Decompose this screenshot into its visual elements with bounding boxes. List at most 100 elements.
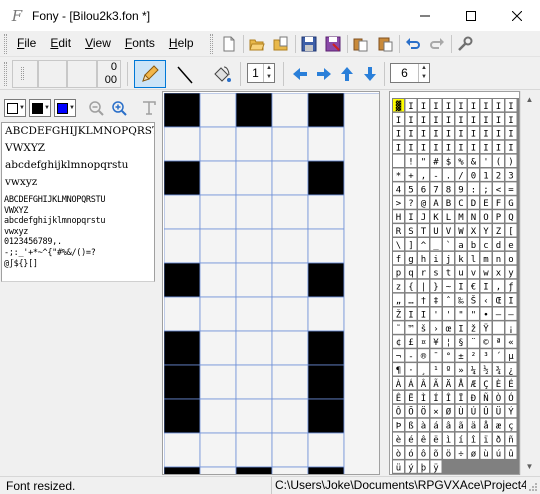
paste-button[interactable]: [374, 33, 396, 55]
glyph-pixel[interactable]: [271, 466, 309, 475]
pen-width-value[interactable]: 1: [248, 64, 263, 82]
glyph-pixel[interactable]: [199, 262, 237, 298]
scale-spinner[interactable]: 6 ▲ ▼: [390, 63, 430, 83]
glyph-pixel[interactable]: [199, 432, 237, 468]
glyph-pixel[interactable]: [307, 398, 345, 434]
glyph-pixel[interactable]: [235, 126, 273, 162]
shift-left-button[interactable]: [289, 63, 311, 85]
glyph-pixel[interactable]: [235, 93, 273, 128]
glyph-pixel[interactable]: [307, 432, 345, 468]
small-text-preview[interactable]: ABCDEFGHIJKLMNOPQRSTU VWXYZ abcdefghijkl…: [1, 195, 155, 269]
glyph-pixel[interactable]: [271, 228, 309, 264]
glyph-pixel[interactable]: [199, 93, 237, 128]
glyph-pixel[interactable]: [199, 330, 237, 366]
menu-file[interactable]: File: [10, 36, 43, 50]
glyph-pixel[interactable]: [164, 364, 201, 400]
glyph-pixel-grid[interactable]: [164, 93, 380, 475]
open-button[interactable]: [246, 33, 268, 55]
toolbar-grip[interactable]: [210, 34, 213, 54]
menu-fonts[interactable]: Fonts: [118, 36, 162, 50]
menu-edit[interactable]: Edit: [43, 36, 78, 50]
glyph-pixel[interactable]: [307, 126, 345, 162]
glyph-pixel[interactable]: [235, 194, 273, 230]
redo-button[interactable]: [426, 33, 448, 55]
menubar-grip[interactable]: [4, 34, 7, 54]
glyph-pixel[interactable]: [235, 160, 273, 196]
glyph-pixel[interactable]: [271, 296, 309, 332]
glyph-pixel[interactable]: [199, 364, 237, 400]
glyph-pixel[interactable]: [271, 160, 309, 196]
fill-tool-button[interactable]: [208, 62, 234, 88]
background-color-picker[interactable]: ▼: [4, 99, 26, 117]
glyph-pixel[interactable]: [271, 194, 309, 230]
charmap-cell[interactable]: [393, 154, 404, 167]
spin-up-icon[interactable]: ▲: [264, 64, 274, 73]
glyph-pixel[interactable]: [164, 93, 201, 128]
glyph-pixel[interactable]: [199, 296, 237, 332]
save-as-button[interactable]: [322, 33, 344, 55]
scale-value[interactable]: 6: [391, 64, 418, 82]
glyph-pixel[interactable]: [199, 228, 237, 264]
glyph-pixel[interactable]: [271, 126, 309, 162]
scroll-down-icon[interactable]: ▼: [521, 458, 538, 475]
close-button[interactable]: [494, 0, 540, 31]
character-grid[interactable]: ▓ I I I I I I I I II I I I I I I I I II I I I I I I I I II I I I I I I I I I…: [392, 98, 519, 474]
save-button[interactable]: [298, 33, 320, 55]
pen-width-spinner[interactable]: 1 ▲ ▼: [247, 63, 275, 83]
character-map[interactable]: ▓ I I I I I I I I I I I I I I I I I I I I I I I I I I I I I I I I I I I I I I I…: [389, 91, 520, 475]
glyph-pixel[interactable]: [199, 126, 237, 162]
glyph-pixel[interactable]: [199, 398, 237, 434]
glyph-pixel[interactable]: [164, 432, 201, 468]
charmap-cell[interactable]: [493, 321, 504, 334]
glyph-pixel[interactable]: [235, 330, 273, 366]
menu-view[interactable]: View: [78, 36, 118, 50]
glyph-pixel[interactable]: [235, 398, 273, 434]
glyph-pixel[interactable]: [307, 466, 345, 475]
scroll-up-icon[interactable]: ▲: [521, 91, 538, 108]
scale-up-icon[interactable]: ▲: [419, 64, 429, 73]
foreground-color-picker[interactable]: ▼: [29, 99, 51, 117]
minimize-button[interactable]: [402, 0, 448, 31]
glyph-pixel[interactable]: [235, 228, 273, 264]
glyph-pixel[interactable]: [164, 398, 201, 434]
import-button[interactable]: [270, 33, 292, 55]
pencil-tool-button[interactable]: [134, 60, 166, 88]
shift-right-button[interactable]: [313, 63, 335, 85]
scale-down-icon[interactable]: ▼: [419, 73, 429, 82]
zoom-in-button[interactable]: [109, 99, 129, 117]
glyph-pixel[interactable]: [235, 466, 273, 475]
copy-button[interactable]: [350, 33, 372, 55]
glyph-pixel[interactable]: [164, 296, 201, 332]
glyph-pixel[interactable]: [235, 296, 273, 332]
settings-button[interactable]: [454, 33, 476, 55]
glyph-pixel[interactable]: [271, 93, 309, 128]
glyph-pixel[interactable]: [164, 262, 201, 298]
line-tool-button[interactable]: [172, 62, 198, 88]
glyph-pixel[interactable]: [271, 262, 309, 298]
glyph-pixel[interactable]: [164, 228, 201, 264]
glyph-pixel[interactable]: [307, 160, 345, 196]
menu-help[interactable]: Help: [162, 36, 201, 50]
glyph-pixel[interactable]: [164, 126, 201, 162]
glyph-pixel[interactable]: [307, 194, 345, 230]
glyph-pixel[interactable]: [164, 330, 201, 366]
glyph-pixel[interactable]: [164, 194, 201, 230]
glyph-pixel[interactable]: [235, 262, 273, 298]
shift-down-button[interactable]: [359, 63, 381, 85]
glyph-pixel[interactable]: [164, 466, 201, 475]
glyph-pixel[interactable]: [199, 194, 237, 230]
glyph-editor[interactable]: [162, 91, 380, 475]
undo-button[interactable]: [402, 33, 424, 55]
glyph-pixel[interactable]: [307, 93, 345, 128]
glyph-pixel[interactable]: [271, 364, 309, 400]
resize-grip-icon[interactable]: [528, 482, 538, 492]
glyph-pixel[interactable]: [199, 466, 237, 475]
maximize-button[interactable]: [448, 0, 494, 31]
glyph-pixel[interactable]: [271, 398, 309, 434]
glyph-pixel[interactable]: [235, 432, 273, 468]
highlight-color-picker[interactable]: ▼: [54, 99, 76, 117]
spin-down-icon[interactable]: ▼: [264, 73, 274, 82]
shift-up-button[interactable]: [336, 63, 358, 85]
edit-toolbar-grip[interactable]: [4, 62, 7, 86]
glyph-pixel[interactable]: [307, 296, 345, 332]
